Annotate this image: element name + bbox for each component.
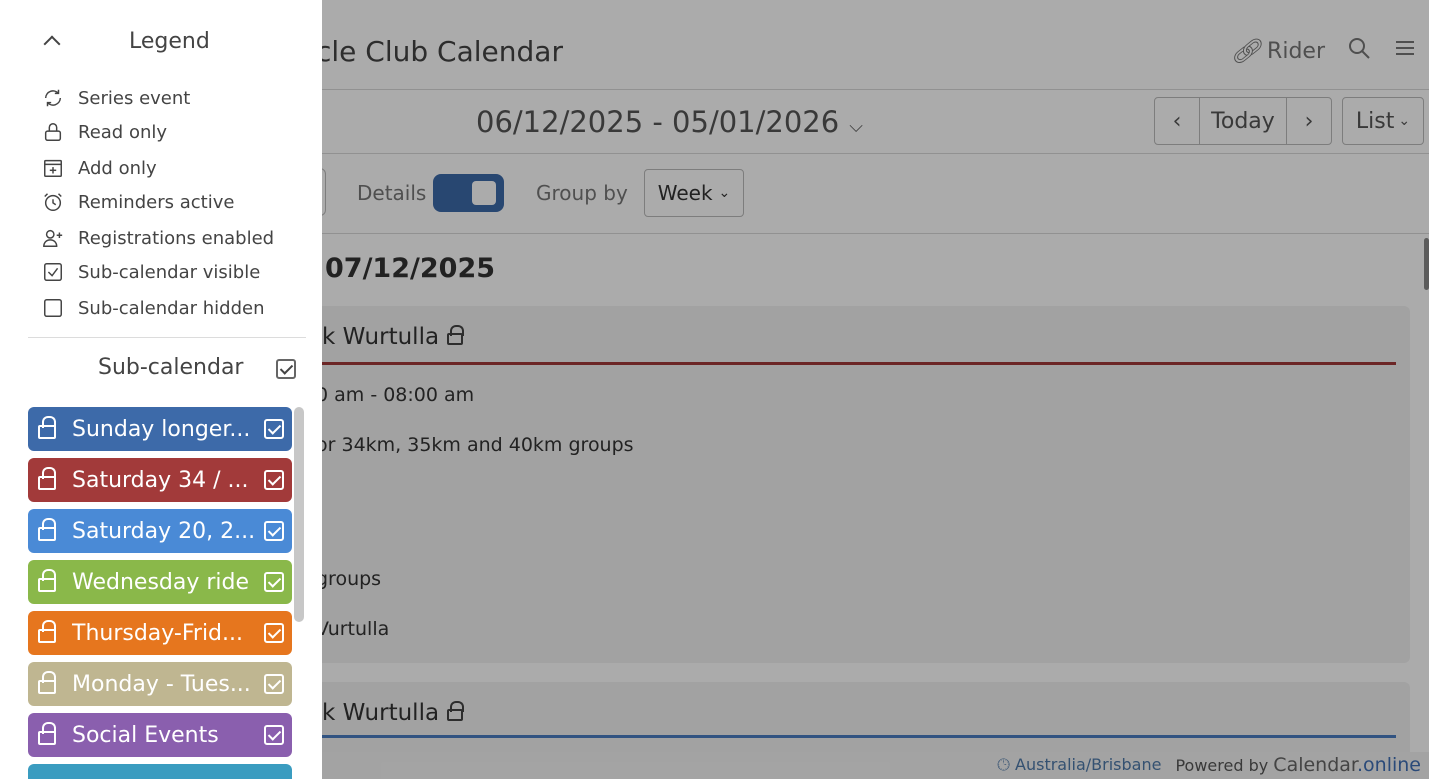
subcalendar-item[interactable] <box>28 764 292 779</box>
lock-icon <box>38 416 56 439</box>
alarm-icon <box>40 189 66 215</box>
panel-scrollbar[interactable] <box>294 407 304 622</box>
visibility-checkbox[interactable] <box>264 470 284 490</box>
legend-item: Sub-calendar hidden <box>40 294 265 322</box>
add-user-icon <box>40 225 66 251</box>
subcalendar-item[interactable]: Saturday 34 / ... <box>28 458 292 502</box>
lock-icon <box>40 119 66 145</box>
select-all-checkbox[interactable] <box>276 359 296 379</box>
visibility-checkbox[interactable] <box>264 572 284 592</box>
subcalendar-item[interactable]: Thursday-Frid... <box>28 611 292 655</box>
checkbox-checked-icon <box>40 259 66 285</box>
legend-item: Registrations enabled <box>40 224 274 252</box>
legend-item: Sub-calendar visible <box>40 258 260 286</box>
visibility-checkbox[interactable] <box>264 521 284 541</box>
subcalendar-item[interactable]: Monday - Tues... <box>28 662 292 706</box>
subcalendar-item[interactable]: Social Events <box>28 713 292 757</box>
lock-icon <box>38 467 56 490</box>
legend-panel: Legend Series event Read only Add only R… <box>0 0 322 779</box>
lock-icon <box>38 671 56 694</box>
visibility-checkbox[interactable] <box>264 725 284 745</box>
legend-item: Read only <box>40 118 167 146</box>
chevron-up-icon[interactable] <box>43 35 61 53</box>
legend-item: Series event <box>40 84 190 112</box>
lock-icon <box>38 518 56 541</box>
subcalendar-item[interactable]: Saturday 20, 2... <box>28 509 292 553</box>
visibility-checkbox[interactable] <box>264 674 284 694</box>
checkbox-empty-icon <box>40 295 66 321</box>
subcalendar-item[interactable]: Wednesday ride <box>28 560 292 604</box>
subcalendar-list: Sunday longer... Saturday 34 / ... Satur… <box>28 407 292 779</box>
divider <box>28 337 306 338</box>
legend-item: Add only <box>40 154 157 182</box>
subcalendar-item[interactable]: Sunday longer... <box>28 407 292 451</box>
add-only-icon <box>40 155 66 181</box>
legend-title: Legend <box>129 29 210 54</box>
lock-icon <box>38 569 56 592</box>
visibility-checkbox[interactable] <box>264 623 284 643</box>
lock-icon <box>38 722 56 745</box>
series-icon <box>40 85 66 111</box>
legend-item: Reminders active <box>40 188 234 216</box>
subcalendar-header-label: Sub-calendar <box>98 355 244 380</box>
lock-icon <box>38 620 56 643</box>
visibility-checkbox[interactable] <box>264 419 284 439</box>
